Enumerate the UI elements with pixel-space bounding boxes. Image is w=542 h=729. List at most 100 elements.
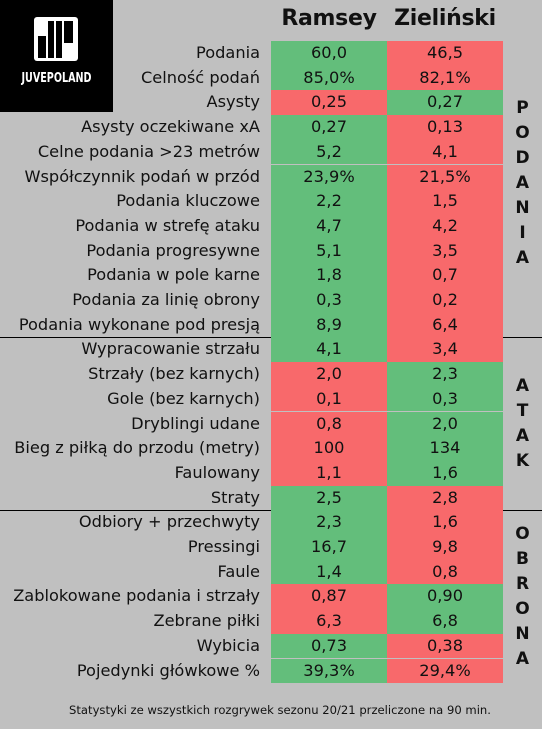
stat-label: Podania w pole karne [87,265,260,285]
stat-label: Podania wykonane pod presją [18,314,260,334]
table-row: Podania w strefę ataku 4,7 4,2 [0,213,542,239]
stat-label: Odbiory + przechwyty [78,512,260,532]
ramsey-value: 60,0 [271,41,387,66]
ramsey-value: 100 [271,436,387,461]
stat-label: Celne podania >23 metrów [37,141,260,161]
section-letter: A [515,172,530,193]
ramsey-value: 0,1 [271,386,387,412]
stat-label: Asysty [206,92,260,112]
section-letter: R [515,573,530,594]
zielinski-value: 82,1% [387,65,503,91]
juvepoland-logo: JUVEPOLAND [0,0,113,112]
brand-name: JUVEPOLAND [21,71,92,86]
section-label-podania: PODANIA [503,96,542,271]
ramsey-value: 0,27 [271,115,387,140]
section-letter: B [516,548,529,569]
section-letter: A [515,375,530,396]
section-letter: A [515,425,530,446]
ramsey-value: 0,3 [271,288,387,313]
ramsey-value: 4,1 [271,337,387,363]
stat-label: Podania w strefę ataku [75,215,260,235]
ramsey-value: 2,5 [271,485,387,511]
zielinski-value: 46,5 [387,41,503,66]
stat-label: Celność podań [140,67,260,87]
table-row: Asysty oczekiwane xA 0,27 0,13 [0,115,542,140]
ramsey-value: 0,25 [271,90,387,116]
zielinski-value: 4,2 [387,213,503,239]
zielinski-value: 29,4% [387,658,503,684]
table-row: Odbiory + przechwyty 2,3 1,6 [0,510,542,535]
ramsey-value: 39,3% [271,658,387,684]
stat-label: Podania za linię obrony [72,290,260,309]
table-row: Faulowany 1,1 1,6 [0,460,542,486]
table-row: Strzały (bez karnych) 2,0 2,3 [0,362,542,387]
ramsey-value: 6,3 [271,609,387,634]
table-row: Faule 1,4 0,8 [0,559,542,585]
stat-label: Współczynnik podań w przód [24,166,260,186]
section-letter: O [515,523,530,544]
ramsey-value: 85,0% [271,65,387,91]
zielinski-value: 1,5 [387,189,503,214]
footnote: Statystyki ze wszystkich rozgrywek sezon… [69,703,491,717]
table-row: Podania progresywne 5,1 3,5 [0,238,542,264]
zielinski-value: 3,4 [387,337,503,363]
zielinski-value: 0,90 [387,584,503,610]
zielinski-value: 1,6 [387,460,503,486]
section-letter: K [515,450,530,471]
section-letter: T [516,400,529,421]
stat-label: Pressingi [187,537,260,556]
section-label-obrona: OBRONA [503,522,542,672]
stat-label: Zablokowane podania i strzały [13,586,260,606]
table-row: Celne podania >23 metrów 5,2 4,1 [0,139,542,165]
stat-label: Faulowany [174,462,260,482]
stat-label: Wypracowanie strzału [81,339,260,359]
table-row: Podania za linię obrony 0,3 0,2 [0,288,542,313]
table-row: Podania kluczowe 2,2 1,5 [0,189,542,214]
zielinski-value: 6,4 [387,312,503,338]
section-label-atak: ATAK [503,374,542,474]
section-letter: A [515,648,530,669]
stat-label: Zebrane piłki [153,611,260,631]
section-letter: D [515,147,530,168]
table-row: Wybicia 0,73 0,38 [0,633,542,659]
stat-label: Straty [210,487,260,507]
ramsey-value: 4,7 [271,213,387,239]
section-letter: A [515,247,530,268]
table-row: Wypracowanie strzału 4,1 3,4 [0,337,542,363]
table-row: Pojedynki główkowe % 39,3% 29,4% [0,658,542,684]
stat-label: Faule [217,561,260,581]
stat-label: Strzały (bez karnych) [88,364,260,384]
zielinski-value: 4,1 [387,139,503,165]
section-letter: N [515,197,530,218]
ramsey-value: 5,1 [271,238,387,264]
table-row: Gole (bez karnych) 0,1 0,3 [0,386,542,412]
section-letter: O [515,122,530,143]
table-row: Straty 2,5 2,8 [0,485,542,511]
table-row: Podania w pole karne 1,8 0,7 [0,263,542,288]
stat-label: Dryblingi udane [131,413,260,433]
ramsey-value: 2,3 [271,510,387,535]
stat-label: Wybicia [196,635,260,655]
ramsey-value: 0,87 [271,584,387,610]
ramsey-value: 1,4 [271,559,387,585]
section-letter: P [516,97,529,118]
zielinski-value: 2,8 [387,485,503,511]
zielinski-value: 0,3 [387,386,503,412]
zielinski-value: 0,8 [387,559,503,585]
stat-label: Gole (bez karnych) [107,388,260,408]
player-header-zielinski: Zieliński [394,6,496,31]
zielinski-value: 21,5% [387,164,503,190]
zielinski-value: 0,2 [387,288,503,313]
ramsey-value: 2,0 [271,362,387,387]
juvepoland-bars-icon [34,17,78,61]
zielinski-value: 134 [387,436,503,461]
ramsey-value: 2,2 [271,189,387,214]
player-header-ramsey: Ramsey [281,6,377,31]
table-row: Pressingi 16,7 9,8 [0,535,542,560]
zielinski-value: 6,8 [387,609,503,634]
zielinski-value: 2,0 [387,411,503,437]
table-row: Bieg z piłką do przodu (metry) 100 134 [0,436,542,461]
stat-label: Bieg z piłką do przodu (metry) [14,438,260,458]
zielinski-value: 0,7 [387,263,503,288]
ramsey-value: 0,73 [271,633,387,659]
